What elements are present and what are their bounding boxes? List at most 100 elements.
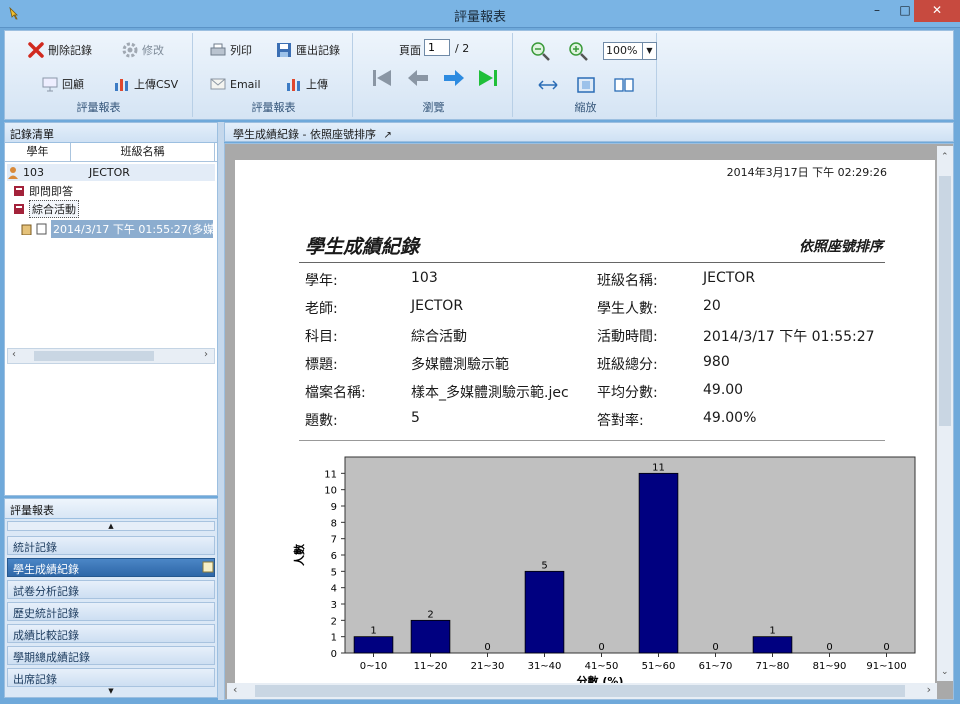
bar xyxy=(353,636,394,654)
upload-csv-button[interactable]: 上傳CSV xyxy=(113,73,178,95)
scrollbar-thumb[interactable] xyxy=(34,351,154,361)
field-value: 49.00% xyxy=(703,410,757,426)
field-label: 老師: xyxy=(305,301,338,317)
viewer-horizontal-scrollbar[interactable]: ‹ › xyxy=(227,683,937,699)
next-page-icon[interactable] xyxy=(441,67,467,89)
edit-button[interactable]: 修改 xyxy=(121,39,164,61)
popout-icon[interactable] xyxy=(202,561,214,573)
x-tick-label: 51~60 xyxy=(642,661,676,672)
data-label: 0 xyxy=(883,642,889,653)
bar-chart-icon xyxy=(287,79,300,91)
data-label: 0 xyxy=(484,642,490,653)
previous-page-icon[interactable] xyxy=(405,67,431,89)
last-page-icon[interactable] xyxy=(475,67,501,89)
records-horizontal-scrollbar[interactable]: ‹ › xyxy=(7,348,215,364)
tree-row-user[interactable]: 103 JECTOR xyxy=(7,164,215,181)
scroll-down-icon[interactable]: ⌄ xyxy=(941,667,949,677)
y-tick-label: 9 xyxy=(331,502,337,513)
report-page: 2014年3月17日 下午 02:29:26 學生成績紀錄 依照座號排序 學年:… xyxy=(235,160,935,685)
field-label: 班級名稱: xyxy=(597,273,658,289)
scroll-left-icon[interactable]: ‹ xyxy=(12,349,16,360)
x-tick-label: 21~30 xyxy=(471,661,505,672)
page-number-input[interactable] xyxy=(424,39,450,56)
close-button[interactable]: ✕ xyxy=(914,0,960,22)
fit-page-icon[interactable] xyxy=(575,75,597,95)
data-label: 1 xyxy=(370,626,376,637)
nav-item-statistics[interactable]: 統計記錄 xyxy=(7,536,215,555)
tree-row-quick-answer[interactable]: 即問即答 xyxy=(13,182,73,199)
minimize-button[interactable]: – xyxy=(862,0,892,22)
nav-item-semester-scores[interactable]: 學期總成績記錄 xyxy=(7,646,215,665)
data-label: 2 xyxy=(427,609,433,620)
gear-icon xyxy=(122,42,138,58)
ribbon-group-label: 評量報表 xyxy=(76,101,121,114)
export-record-button[interactable]: 匯出記錄 xyxy=(275,39,340,61)
x-tick-label: 91~100 xyxy=(866,661,906,672)
envelope-icon xyxy=(210,78,226,90)
y-tick-label: 0 xyxy=(331,649,337,660)
x-tick-label: 71~80 xyxy=(756,661,790,672)
delete-record-button[interactable]: 刪除記錄 xyxy=(27,39,92,61)
bar xyxy=(752,636,793,654)
scroll-right-icon[interactable]: › xyxy=(927,683,931,696)
bar xyxy=(638,472,679,654)
external-link-icon[interactable]: ↗ xyxy=(383,130,391,141)
field-value: 103 xyxy=(411,270,438,286)
field-label: 科目: xyxy=(305,329,338,345)
field-label: 學年: xyxy=(305,273,338,289)
x-tick-label: 61~70 xyxy=(699,661,733,672)
y-axis-label: 人數 xyxy=(292,544,306,566)
nav-item-attendance[interactable]: 出席記錄 xyxy=(7,668,215,687)
scroll-up-icon[interactable]: ⌃ xyxy=(941,152,949,162)
scrollbar-thumb[interactable] xyxy=(255,685,905,697)
zoom-select[interactable]: 100% ▼ xyxy=(603,42,657,60)
column-class[interactable]: 班級名稱 xyxy=(71,143,215,161)
print-button[interactable]: 列印 xyxy=(209,39,252,61)
report-title: 學生成績紀錄 xyxy=(305,236,420,258)
zoom-out-icon[interactable] xyxy=(529,41,551,61)
bar xyxy=(410,619,451,654)
y-tick-label: 1 xyxy=(331,633,337,644)
tree-row-record[interactable]: 2014/3/17 下午 01:55:27(多媒體 xyxy=(21,219,213,238)
viewer-vertical-scrollbar[interactable]: ⌃ ⌄ xyxy=(937,146,953,681)
fit-width-icon[interactable] xyxy=(537,75,559,95)
nav-item-exam-analysis[interactable]: 試卷分析記錄 xyxy=(7,580,215,599)
field-value: 2014/3/17 下午 01:55:27 xyxy=(703,329,875,345)
ribbon-group-label: 評量報表 xyxy=(251,101,296,114)
field-value: JECTOR xyxy=(703,270,756,286)
nav-item-history-statistics[interactable]: 歷史統計記錄 xyxy=(7,602,215,621)
x-tick-label: 31~40 xyxy=(528,661,562,672)
nav-item-score-comparison[interactable]: 成績比較記錄 xyxy=(7,624,215,643)
upload-button[interactable]: 上傳 xyxy=(285,73,328,95)
divider xyxy=(299,440,885,441)
field-value: 樣本_多媒體測驗示範.jec xyxy=(411,385,569,401)
zoom-in-icon[interactable] xyxy=(567,41,589,61)
records-column-headers: 學年 班級名稱 xyxy=(5,143,217,162)
page-total: / 2 xyxy=(455,42,470,55)
two-pages-icon[interactable] xyxy=(613,75,635,95)
scroll-left-icon[interactable]: ‹ xyxy=(233,683,237,696)
delete-icon xyxy=(28,42,44,58)
first-page-icon[interactable] xyxy=(369,67,395,89)
report-subtitle: 依照座號排序 xyxy=(799,239,883,255)
email-button[interactable]: Email xyxy=(209,73,261,95)
nav-item-student-scores[interactable]: 學生成績紀錄 xyxy=(7,558,215,577)
scrollbar-thumb[interactable] xyxy=(939,176,951,426)
presentation-icon xyxy=(42,77,58,92)
scroll-down-icon[interactable]: ▼ xyxy=(7,687,215,695)
records-panel-title: 記錄清單 xyxy=(5,123,217,143)
field-label: 檔案名稱: xyxy=(305,385,366,401)
column-year[interactable]: 學年 xyxy=(5,143,71,161)
checkbox-icon[interactable] xyxy=(36,223,47,235)
bar xyxy=(524,570,565,654)
data-label: 0 xyxy=(598,642,604,653)
review-button[interactable]: 回顧 xyxy=(41,73,84,95)
ribbon-group-label: 瀏覽 xyxy=(422,101,445,114)
divider xyxy=(299,262,885,263)
scroll-up-icon[interactable]: ▲ xyxy=(7,521,215,531)
tree-row-activity[interactable]: 綜合活動 xyxy=(13,199,79,218)
scroll-right-icon[interactable]: › xyxy=(204,349,208,360)
data-label: 1 xyxy=(769,626,775,637)
ribbon-group-label: 縮放 xyxy=(574,101,597,114)
y-tick-label: 7 xyxy=(331,535,337,546)
